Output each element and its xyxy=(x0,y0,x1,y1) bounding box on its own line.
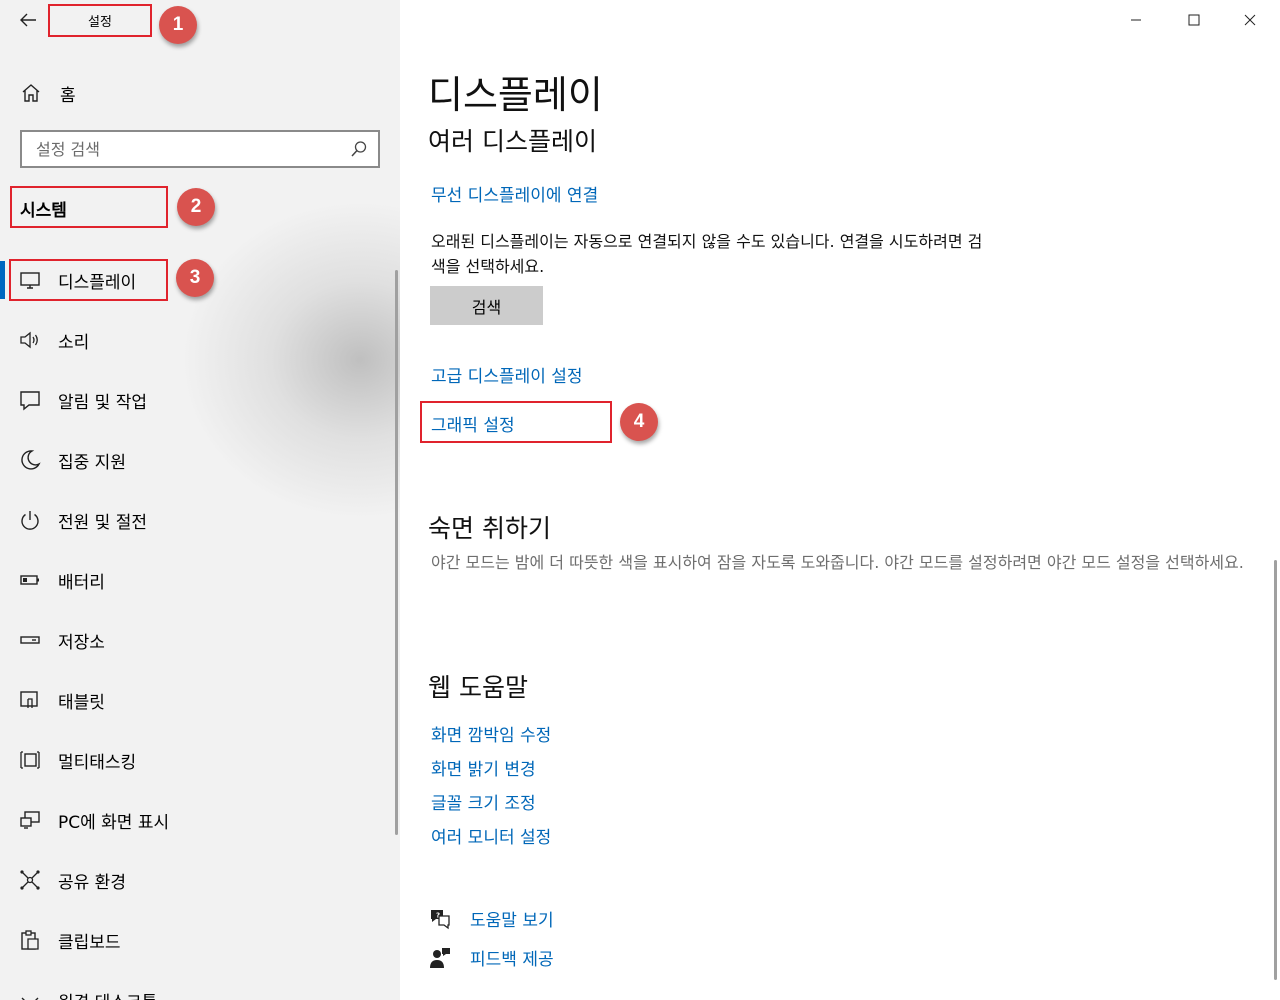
search-input[interactable] xyxy=(22,132,342,166)
multi-display-heading: 여러 디스플레이 xyxy=(428,127,597,156)
main-scrollbar[interactable] xyxy=(1274,560,1277,980)
monitor-icon xyxy=(20,272,40,289)
sidebar-item-label: 알림 및 작업 xyxy=(58,393,148,413)
remote-desktop-icon xyxy=(21,997,39,1000)
section-title: 시스템 xyxy=(20,201,67,221)
sidebar-item-label: 저장소 xyxy=(58,633,105,653)
annotation-badge-4: 4 xyxy=(620,403,658,441)
sidebar-item-multitasking[interactable]: 멀티태스킹 xyxy=(0,730,400,790)
home-icon xyxy=(22,84,40,102)
graphics-settings-link[interactable]: 그래픽 설정 xyxy=(431,411,515,436)
minimize-button[interactable] xyxy=(1108,0,1164,40)
close-icon xyxy=(1244,14,1256,26)
clipboard-icon xyxy=(21,930,39,950)
sidebar-item-label: 디스플레이 xyxy=(58,273,137,293)
app-title: 설정 xyxy=(88,15,112,30)
maximize-button[interactable] xyxy=(1166,0,1222,40)
search-icon[interactable] xyxy=(350,140,368,158)
help-link-brightness[interactable]: 화면 밝기 변경 xyxy=(431,755,536,780)
multi-display-description: 오래된 디스플레이는 자동으로 연결되지 않을 수도 있습니다. 연결을 시도하… xyxy=(431,232,983,276)
speaker-icon xyxy=(20,331,38,349)
maximize-icon xyxy=(1188,14,1200,26)
sidebar-item-storage[interactable]: 저장소 xyxy=(0,610,400,670)
share-icon xyxy=(20,870,40,890)
detect-button[interactable]: 검색 xyxy=(430,286,543,325)
sidebar-item-label: 원격 데스크톱 xyxy=(58,988,157,1000)
sidebar-item-label: 집중 지원 xyxy=(58,453,126,473)
notification-icon xyxy=(20,391,40,411)
sidebar-item-project-to-pc[interactable]: PC에 화면 표시 xyxy=(0,790,400,850)
multitasking-icon xyxy=(20,751,40,769)
sidebar-item-label: 홈 xyxy=(60,86,76,106)
annotation-badge-1: 1 xyxy=(159,6,197,44)
sidebar-item-battery[interactable]: 배터리 xyxy=(0,550,400,610)
sidebar-item-label: 소리 xyxy=(58,333,90,353)
wireless-display-link[interactable]: 무선 디스플레이에 연결 xyxy=(431,181,598,206)
sidebar-item-focus-assist[interactable]: 집중 지원 xyxy=(0,430,400,490)
advanced-display-settings-link[interactable]: 고급 디스플레이 설정 xyxy=(431,362,583,387)
annotation-badge-2: 2 xyxy=(177,188,215,226)
minimize-icon xyxy=(1131,19,1141,21)
annotation-badge-3: 3 xyxy=(176,259,214,297)
sidebar-item-notifications[interactable]: 알림 및 작업 xyxy=(0,370,400,430)
feedback-person-icon xyxy=(430,948,450,968)
sidebar-item-label: 멀티태스킹 xyxy=(58,753,137,773)
sleep-heading: 숙면 취하기 xyxy=(428,514,551,543)
sidebar-item-label: 전원 및 절전 xyxy=(58,513,148,533)
help-link-font-size[interactable]: 글꼴 크기 조정 xyxy=(431,789,536,814)
tablet-icon xyxy=(20,691,38,708)
settings-search-box[interactable] xyxy=(20,130,380,168)
moon-icon xyxy=(21,450,41,470)
sidebar-item-label: 공유 환경 xyxy=(58,873,126,893)
help-link-screen-flicker[interactable]: 화면 깜박임 수정 xyxy=(431,721,551,746)
storage-icon xyxy=(20,636,40,644)
page-title: 디스플레이 xyxy=(428,73,603,117)
help-chat-icon: ? xyxy=(431,910,450,930)
back-button[interactable] xyxy=(12,4,44,36)
power-icon xyxy=(21,511,39,530)
close-button[interactable] xyxy=(1222,0,1278,40)
get-help-label: 도움말 보기 xyxy=(470,911,554,931)
svg-text:?: ? xyxy=(436,912,440,920)
battery-icon xyxy=(20,575,39,585)
web-help-heading: 웹 도움말 xyxy=(428,673,528,702)
sidebar-item-label: 태블릿 xyxy=(58,693,105,713)
sidebar-item-tablet[interactable]: 태블릿 xyxy=(0,670,400,730)
main-content: 디스플레이 여러 디스플레이 무선 디스플레이에 연결 오래된 디스플레이는 자… xyxy=(400,0,1280,1000)
sidebar-item-home[interactable]: 홈 xyxy=(0,72,400,112)
sidebar-item-label: PC에 화면 표시 xyxy=(58,813,170,833)
feedback-label: 피드백 제공 xyxy=(470,950,554,970)
sleep-description: 야간 모드는 밤에 더 따뜻한 색을 표시하여 잠을 자도록 도와줍니다. 야간… xyxy=(431,553,1244,572)
project-icon xyxy=(20,811,40,829)
back-arrow-icon xyxy=(20,13,36,27)
help-link-multiple-monitors[interactable]: 여러 모니터 설정 xyxy=(431,823,551,848)
sidebar-item-sound[interactable]: 소리 xyxy=(0,310,400,370)
sidebar-item-shared-experiences[interactable]: 공유 환경 xyxy=(0,850,400,910)
sidebar-item-label: 배터리 xyxy=(58,573,105,593)
sidebar-nav: 디스플레이 소리 알림 및 작업 집중 지원 전원 및 절전 배터리 저장소 태… xyxy=(0,250,400,1000)
sidebar: 설정 홈 시스템 디스플레이 소리 xyxy=(0,0,400,1000)
sidebar-item-clipboard[interactable]: 클립보드 xyxy=(0,910,400,970)
sidebar-scrollbar[interactable] xyxy=(395,270,398,835)
sidebar-item-remote-desktop[interactable]: 원격 데스크톱 xyxy=(0,970,400,1000)
sidebar-item-power-sleep[interactable]: 전원 및 절전 xyxy=(0,490,400,550)
sidebar-item-label: 클립보드 xyxy=(58,933,121,953)
